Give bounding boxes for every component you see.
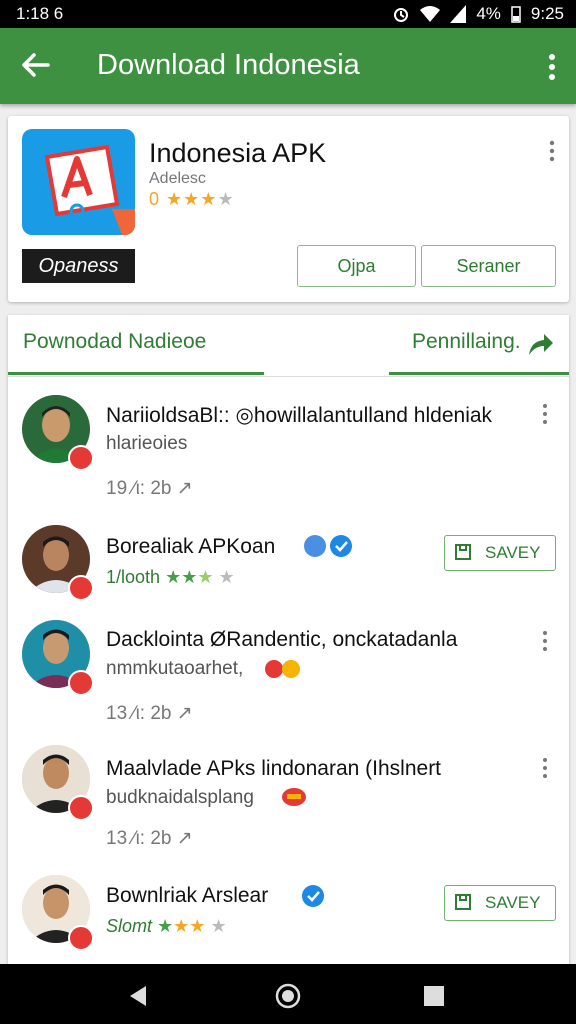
status-icons: 4% 9:25 <box>392 4 564 24</box>
status-time-right: 9:25 <box>530 4 564 23</box>
rating-stars-filled: ★★★ <box>166 189 218 209</box>
share-icon[interactable] <box>526 331 554 359</box>
app-rating: 0 ★★★★ <box>149 189 235 210</box>
rating-prefix: 0 <box>149 189 161 209</box>
item-overflow-icon[interactable] <box>541 630 549 652</box>
item-meta: 13 ⁄ι: 2b ↗ <box>106 703 193 724</box>
item-subtitle: hlarieoies <box>106 433 188 454</box>
app-icon <box>22 129 135 235</box>
app-card: Indonesia APK Adelesc 0 ★★★★ Opaness Ojp… <box>8 116 569 302</box>
secondary-button[interactable]: Seraner <box>421 245 556 287</box>
rating-stars-green: ★★ <box>165 567 198 587</box>
tab-ratings[interactable]: Pennillaing. <box>412 330 521 354</box>
list-item[interactable]: Maalvlade APks lindonaran (Ihslnert budk… <box>8 745 569 865</box>
rating-text: Slomt <box>106 916 153 936</box>
save-icon <box>455 894 471 910</box>
rating-stars-empty: ★ <box>210 916 227 936</box>
nav-home-icon[interactable] <box>275 983 301 1009</box>
save-label: SAVEY <box>485 543 541 562</box>
app-logo-icon <box>44 144 135 235</box>
alarm-icon <box>394 8 409 22</box>
emoji-icon <box>265 660 300 678</box>
avatar-badge-icon <box>68 795 94 821</box>
save-button[interactable]: SAVEY <box>444 535 556 571</box>
verified-icon <box>304 535 352 557</box>
signal-icon <box>450 5 467 23</box>
rating-stars-empty: ★ <box>218 567 235 587</box>
battery-icon <box>511 6 521 23</box>
item-overflow-icon[interactable] <box>541 403 549 425</box>
app-publisher: Adelesc <box>149 170 206 187</box>
app-bar: Download Indonesia <box>0 28 576 104</box>
app-badge: Opaness <box>22 249 135 283</box>
overflow-menu-icon[interactable] <box>542 52 562 82</box>
wifi-icon <box>420 6 441 22</box>
save-button[interactable]: SAVEY <box>444 885 556 921</box>
item-rating: 1/looth ★★★ ★ <box>106 567 235 588</box>
list-item[interactable]: Dacklointa ØRandentic, onckatadanla nmmk… <box>8 620 569 740</box>
open-button[interactable]: Ojpa <box>297 245 416 287</box>
item-title: NariioldsaBl:: ◎howillalantulland hldeni… <box>106 404 493 427</box>
list-card: Pownodad Nadieoe Pennillaing. Nariioldsa… <box>8 315 569 975</box>
status-bar: 1:18 6 4% 9:25 <box>0 0 576 28</box>
item-title: Maalvlade APks lindonaran (Ihslnert <box>106 757 442 780</box>
nav-back-icon[interactable] <box>126 984 150 1008</box>
status-time-left: 1:18 6 <box>16 4 64 23</box>
item-title: Dacklointa ØRandentic, onckatadanla <box>106 628 458 651</box>
rating-stars-green: ★ <box>157 916 174 936</box>
tab-indicator <box>8 372 264 375</box>
item-title: Borealiak APKoan <box>106 535 276 558</box>
rating-stars-gold: ★★ <box>173 916 206 936</box>
rating-stars-empty: ★ <box>217 189 235 209</box>
verified-icon <box>302 885 324 907</box>
item-meta: 19 ⁄ι: 2b ↗ <box>106 478 193 499</box>
back-arrow-icon[interactable] <box>18 48 52 82</box>
item-subtitle: budknaidalsplang <box>106 787 254 808</box>
page-title: Download Indonesia <box>97 49 360 81</box>
item-overflow-icon[interactable] <box>541 757 549 779</box>
avatar-badge-icon <box>68 670 94 696</box>
tab-download[interactable]: Pownodad Nadieoe <box>23 330 206 354</box>
save-icon <box>455 544 471 560</box>
battery-percent: 4% <box>476 4 501 23</box>
avatar-badge-icon <box>68 575 94 601</box>
nav-recents-icon[interactable] <box>423 985 445 1007</box>
avatar-badge-icon <box>68 925 94 951</box>
emoji-icon <box>282 788 306 806</box>
tab-indicator <box>389 372 569 375</box>
app-name: Indonesia APK <box>149 138 327 168</box>
rating-stars-gold: ★ <box>197 567 214 587</box>
item-rating: Slomt ★★★ ★ <box>106 916 227 937</box>
item-title: Bownlriak Arslear <box>106 884 269 907</box>
avatar-badge-icon <box>68 445 94 471</box>
item-subtitle: nmmkutaoarhet, <box>106 658 244 679</box>
item-meta: 13 ⁄ι: 2b ↗ <box>106 828 193 849</box>
rating-text: 1/looth <box>106 567 161 587</box>
list-item[interactable]: NariioldsaBl:: ◎howillalantulland hldeni… <box>8 385 569 505</box>
list-item[interactable]: Borealiak APKoan 1/looth ★★★ ★ SAVEY <box>8 515 569 635</box>
save-label: SAVEY <box>485 893 541 912</box>
system-nav-bar <box>0 964 576 1024</box>
tab-bar: Pownodad Nadieoe Pennillaing. <box>8 315 569 377</box>
card-overflow-icon[interactable] <box>547 140 557 162</box>
